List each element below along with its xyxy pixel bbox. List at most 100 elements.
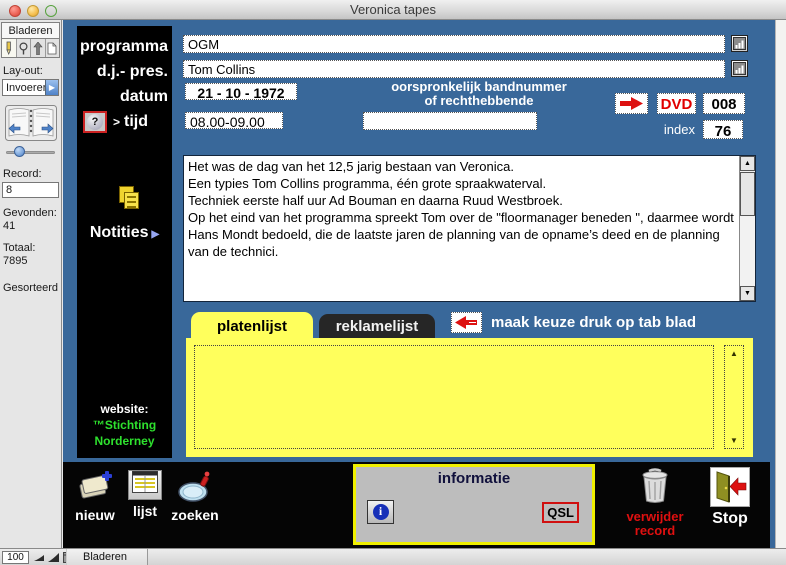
informatie-panel: informatie i QSL bbox=[353, 464, 595, 545]
found-value: 41 bbox=[3, 220, 16, 232]
dj-index-button[interactable] bbox=[731, 60, 748, 77]
field-label-panel: programma d.j.- pres. datum ? > tijd Not… bbox=[77, 26, 172, 458]
layout-area: programma d.j.- pres. datum ? > tijd Not… bbox=[63, 20, 775, 548]
platenlijst-list[interactable] bbox=[194, 345, 714, 449]
layout-label: Lay-out: bbox=[3, 65, 43, 77]
scroll-down-icon[interactable]: ▼ bbox=[740, 286, 755, 301]
zoom-level-box[interactable]: 100 bbox=[2, 551, 29, 564]
page-icon bbox=[47, 42, 57, 54]
dj-pres-label: d.j.- pres. bbox=[96, 63, 168, 80]
slider-knob-icon[interactable] bbox=[14, 146, 25, 157]
notes-scrollbar[interactable]: ▲ ▼ bbox=[739, 156, 755, 301]
find-mode-button[interactable] bbox=[16, 39, 31, 57]
help-button[interactable]: ? bbox=[83, 111, 107, 133]
website-link-line1[interactable]: ™Stichting bbox=[77, 418, 172, 432]
platenlijst-panel: ▲ ▼ bbox=[186, 338, 753, 457]
record-label: Record: bbox=[3, 168, 42, 180]
layout-popup-value: Invoeren bbox=[6, 82, 45, 94]
delete-record-button[interactable]: verwijder record bbox=[613, 467, 697, 538]
note-front-icon bbox=[124, 192, 139, 209]
platenlijst-scrollbar[interactable]: ▲ ▼ bbox=[724, 345, 744, 449]
programma-field[interactable]: OGM bbox=[183, 35, 725, 53]
delete-record-label: verwijder record bbox=[613, 510, 697, 538]
red-arrow-left-icon bbox=[455, 316, 477, 329]
tijd-label: tijd bbox=[124, 113, 149, 130]
list-view-icon bbox=[128, 470, 162, 500]
record-slider[interactable] bbox=[6, 146, 55, 158]
status-sidebar: Bladeren Lay-out: Invoeren ▶ Record: 8 G… bbox=[0, 20, 62, 548]
mode-toolbar bbox=[1, 39, 60, 58]
dvd-label-box: DVD bbox=[657, 93, 696, 114]
nieuw-button[interactable]: nieuw bbox=[71, 470, 119, 523]
search-magnifier-icon bbox=[178, 471, 210, 502]
website-link-line2[interactable]: Norderney bbox=[77, 434, 172, 448]
titlebar: Veronica tapes bbox=[0, 0, 786, 20]
datum-label: datum bbox=[120, 88, 168, 105]
lijst-label: lijst bbox=[132, 503, 158, 519]
programma-label: programma bbox=[79, 38, 168, 55]
tab-reklamelijst[interactable]: reklamelijst bbox=[319, 314, 435, 338]
nieuw-label: nieuw bbox=[75, 507, 115, 523]
band-label-line1: oorspronkelijk bandnummer bbox=[391, 79, 567, 94]
trash-icon bbox=[642, 468, 668, 503]
notes-icon[interactable] bbox=[117, 186, 143, 214]
dvd-number-field[interactable]: 008 bbox=[703, 93, 745, 114]
app-window: Veronica tapes Bladeren Lay-out: Invoere… bbox=[0, 0, 786, 565]
scroll-thumb[interactable] bbox=[740, 172, 755, 216]
tab-platenlijst[interactable]: platenlijst bbox=[191, 312, 313, 338]
tijd-field[interactable]: 08.00-09.00 bbox=[185, 112, 283, 129]
mode-indicator[interactable]: Bladeren bbox=[66, 549, 148, 565]
total-value: 7895 bbox=[3, 255, 28, 267]
tijd-gt: > bbox=[113, 115, 121, 129]
red-arrow-right-icon bbox=[620, 97, 643, 110]
tab-hint-text: maak keuze druk op tab blad bbox=[491, 314, 697, 331]
scroll-down-icon[interactable]: ▼ bbox=[725, 436, 743, 445]
notes-text[interactable]: Het was de dag van het 12,5 jarig bestaa… bbox=[184, 156, 738, 301]
notities-button[interactable]: Notities ▶ bbox=[77, 224, 172, 242]
go-button[interactable] bbox=[615, 93, 648, 114]
layout-mode-button[interactable] bbox=[31, 39, 46, 57]
website-label: website: bbox=[100, 402, 149, 416]
zoom-in-icon[interactable] bbox=[47, 552, 60, 563]
tab-hint-arrow-box bbox=[451, 312, 482, 333]
new-record-cards-icon bbox=[79, 471, 112, 499]
record-book-navigator[interactable] bbox=[4, 104, 57, 142]
total-stat: Totaal: 7895 bbox=[3, 242, 61, 268]
mode-header: Bladeren bbox=[1, 22, 60, 39]
lijst-button[interactable]: lijst bbox=[121, 470, 169, 519]
informatie-title: informatie bbox=[437, 470, 511, 487]
zoom-out-icon[interactable] bbox=[33, 552, 45, 562]
total-label: Totaal: bbox=[3, 242, 36, 254]
notities-label: Notities bbox=[89, 224, 149, 241]
arrow-up-icon bbox=[33, 41, 43, 55]
notities-arrow-icon: ▶ bbox=[151, 229, 160, 240]
found-label: Gevonden: bbox=[3, 207, 57, 219]
notes-field[interactable]: Het was de dag van het 12,5 jarig bestaa… bbox=[183, 155, 756, 302]
browse-mode-button[interactable] bbox=[2, 39, 17, 57]
zoeken-button[interactable]: zoeken bbox=[171, 470, 219, 523]
bar-chart-icon bbox=[733, 62, 746, 75]
programma-index-button[interactable] bbox=[731, 35, 748, 52]
sorted-status: Gesorteerd bbox=[3, 282, 59, 294]
scroll-up-icon[interactable]: ▲ bbox=[740, 156, 755, 171]
stop-label: Stop bbox=[712, 510, 748, 527]
window-title: Veronica tapes bbox=[349, 2, 436, 17]
question-icon: ? bbox=[87, 114, 103, 130]
info-button[interactable]: i bbox=[367, 500, 394, 524]
delete-label-line2: record bbox=[634, 523, 676, 538]
window-right-strip bbox=[775, 20, 786, 548]
popup-arrow-icon: ▶ bbox=[45, 80, 58, 95]
dj-pres-field[interactable]: Tom Collins bbox=[183, 60, 725, 78]
layout-popup[interactable]: Invoeren ▶ bbox=[2, 79, 59, 96]
datum-field[interactable]: 21 - 10 - 1972 bbox=[185, 83, 297, 100]
scroll-up-icon[interactable]: ▲ bbox=[725, 349, 743, 358]
zoeken-label: zoeken bbox=[171, 507, 219, 523]
tijd-label-row: ? > tijd bbox=[83, 110, 169, 134]
qsl-button[interactable]: QSL bbox=[542, 502, 579, 523]
exit-door-icon bbox=[710, 467, 750, 507]
record-number-input[interactable]: 8 bbox=[2, 182, 59, 198]
stop-button[interactable]: Stop bbox=[701, 467, 759, 528]
band-field[interactable] bbox=[363, 112, 537, 130]
preview-mode-button[interactable] bbox=[45, 39, 59, 57]
index-field[interactable]: 76 bbox=[703, 120, 743, 139]
